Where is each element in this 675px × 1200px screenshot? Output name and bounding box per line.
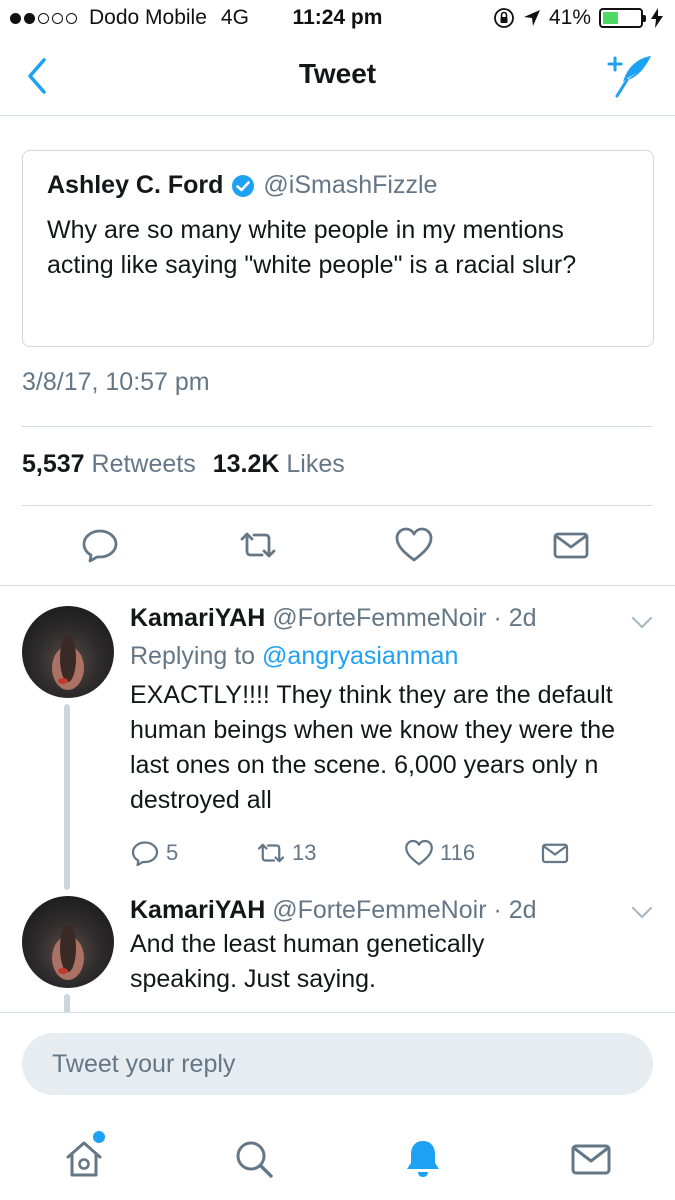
- reply-header: KamariYAH @ForteFemmeNoir · 2d: [130, 896, 537, 925]
- quoted-tweet-card[interactable]: Ashley C. Ford @iSmashFizzle Why are so …: [22, 150, 654, 347]
- reply-count: 5: [166, 840, 179, 865]
- reply-icon: [131, 841, 159, 867]
- page-title: Tweet: [298, 58, 377, 89]
- reply-tweet[interactable]: KamariYAH @ForteFemmeNoir · 2d Replying …: [0, 586, 675, 890]
- likes-label[interactable]: Likes: [286, 450, 344, 478]
- reply-icon[interactable]: [80, 525, 120, 565]
- orientation-lock-icon: [494, 8, 514, 28]
- battery-icon: [599, 8, 646, 28]
- thread-line: [64, 704, 70, 890]
- author-name[interactable]: Ashley C. Ford: [47, 171, 223, 200]
- reply-author-handle[interactable]: @ForteFemmeNoir: [272, 896, 486, 924]
- tweet-timestamp: 3/8/17, 10:57 pm: [22, 368, 210, 396]
- tweet-actions: [0, 520, 675, 570]
- likes-count[interactable]: 13.2K: [213, 450, 280, 478]
- retweet-icon: [257, 843, 285, 863]
- bottom-bar: [0, 1012, 675, 1200]
- verified-badge-icon: [232, 174, 255, 197]
- quoted-tweet-header: Ashley C. Ford @iSmashFizzle: [47, 171, 437, 200]
- reply-input[interactable]: [22, 1033, 653, 1095]
- divider: [22, 426, 653, 427]
- charging-bolt-icon: [651, 8, 663, 28]
- thread-line: [64, 994, 70, 1012]
- search-icon[interactable]: [232, 1137, 276, 1181]
- compose-tweet-icon[interactable]: [607, 52, 655, 100]
- reply-author-handle[interactable]: @ForteFemmeNoir: [272, 604, 486, 632]
- chevron-down-icon[interactable]: [631, 906, 653, 920]
- reply-header: KamariYAH @ForteFemmeNoir · 2d: [130, 604, 537, 633]
- quoted-tweet-text: Why are so many white people in my menti…: [47, 216, 577, 279]
- reply-text: EXACTLY!!!! They think they are the defa…: [130, 681, 616, 814]
- direct-message-icon[interactable]: [551, 525, 591, 565]
- reply-text: And the least human genetically speaking…: [130, 930, 485, 993]
- unread-indicator: [93, 1131, 105, 1143]
- notifications-icon[interactable]: [401, 1137, 445, 1181]
- location-arrow-icon: [523, 10, 540, 26]
- like-button[interactable]: 116: [404, 838, 475, 868]
- replying-to: Replying to @angryasianman: [130, 642, 458, 671]
- reply-actions: 5 13 116: [130, 838, 650, 872]
- avatar[interactable]: [22, 896, 114, 988]
- reply-time: · 2d: [493, 604, 537, 632]
- reply-time: · 2d: [493, 896, 537, 924]
- avatar[interactable]: [22, 606, 114, 698]
- divider: [22, 505, 653, 506]
- navigation-bar: Tweet: [0, 38, 675, 116]
- messages-icon[interactable]: [569, 1137, 613, 1181]
- direct-message-icon: [541, 843, 569, 864]
- reply-author-name[interactable]: KamariYAH: [130, 896, 265, 924]
- chevron-down-icon[interactable]: [631, 616, 653, 630]
- status-right: 41%: [493, 6, 663, 30]
- retweets-label[interactable]: Retweets: [92, 450, 196, 478]
- tweet-stats: 5,537 Retweets 13.2K Likes: [22, 450, 345, 479]
- reply-button[interactable]: 5: [130, 838, 178, 868]
- mention-link[interactable]: @angryasianman: [262, 642, 458, 670]
- reply-tweet[interactable]: KamariYAH @ForteFemmeNoir · 2d And the l…: [0, 878, 675, 1012]
- retweets-count[interactable]: 5,537: [22, 450, 85, 478]
- retweet-count: 13: [292, 840, 317, 865]
- home-icon[interactable]: [62, 1137, 106, 1181]
- retweet-button[interactable]: 13: [256, 838, 316, 868]
- battery-percent: 41%: [548, 6, 591, 29]
- like-heart-icon: [405, 839, 433, 866]
- replying-to-prefix: Replying to: [130, 642, 256, 670]
- status-bar: Dodo Mobile 4G 11:24 pm 41%: [0, 0, 675, 38]
- reply-author-name[interactable]: KamariYAH: [130, 604, 265, 632]
- like-count: 116: [440, 840, 476, 865]
- tab-bar: [0, 1131, 675, 1191]
- direct-message-button[interactable]: [540, 838, 570, 868]
- retweet-icon[interactable]: [238, 525, 278, 565]
- author-handle[interactable]: @iSmashFizzle: [263, 171, 437, 200]
- like-heart-icon[interactable]: [394, 525, 434, 565]
